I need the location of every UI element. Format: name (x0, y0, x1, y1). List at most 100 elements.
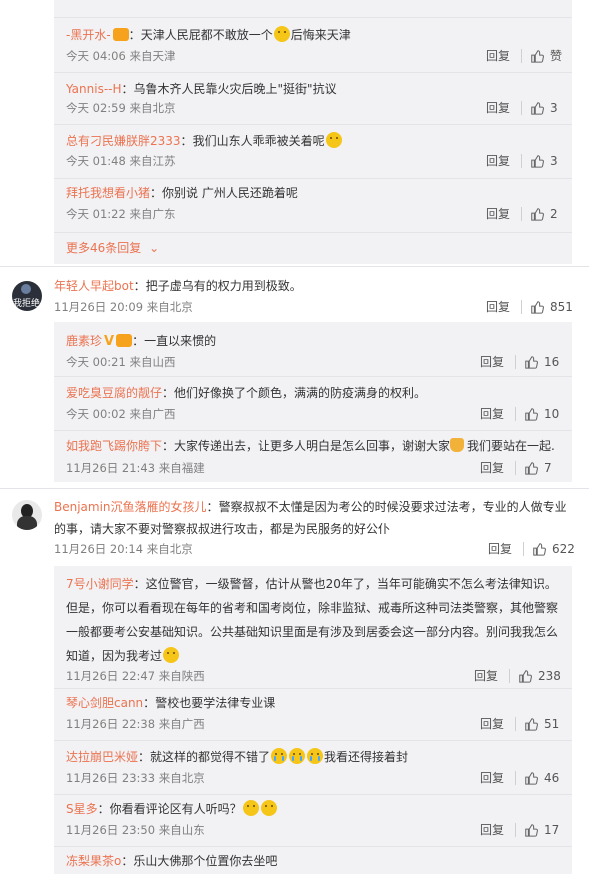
member-badge-icon (112, 28, 129, 41)
like-button[interactable]: 238 (518, 668, 561, 684)
crying-emoji-icon (289, 748, 306, 764)
laughing-emoji-icon (260, 800, 277, 816)
divider (515, 771, 516, 785)
member-badge-icon (116, 334, 133, 347)
avatar[interactable] (12, 500, 42, 530)
reply-author[interactable]: -黑开水- (66, 28, 111, 42)
list-item: 如我跑飞踢你胯下：大家传递出去，让更多人明白是怎么回事，谢谢大家 我们要站在一起.… (66, 438, 555, 476)
divider (54, 72, 572, 73)
like-count: 46 (544, 771, 560, 785)
reply-meta: 11月26日 22:38 来自广西 (66, 717, 205, 731)
divider (523, 542, 524, 556)
like-count: 238 (538, 669, 561, 683)
divider (54, 124, 572, 125)
reply-meta: 今天 01:22 来自广东 (66, 207, 176, 221)
like-button[interactable]: 851 (530, 299, 573, 315)
sub-replies-block-2: 鹿素珍 V ：一直以来惯的 今天 00:21 来自山西 回复 16 爱吃臭豆腐的靓仔… (54, 322, 572, 482)
reply-author[interactable]: 琴心剑胆cann (66, 696, 143, 710)
reply-meta: 11月26日 21:43 来自福建 (66, 461, 205, 475)
reply-button[interactable]: 回复 (486, 153, 510, 169)
divider (521, 49, 522, 63)
divider (521, 207, 522, 221)
reply-button[interactable]: 回复 (474, 668, 498, 684)
thumbs-up-icon (531, 301, 544, 314)
reply-button[interactable]: 回复 (480, 716, 504, 732)
thumbs-up-icon (533, 543, 546, 556)
laughing-emoji-icon (242, 800, 259, 816)
reply-button[interactable]: 回复 (480, 770, 504, 786)
thumbs-up-icon (531, 155, 544, 168)
comment-author[interactable]: Benjamin沉鱼落雁的女孩儿 (54, 500, 207, 514)
thumbs-up-icon (531, 208, 544, 221)
reply-button[interactable]: 回复 (480, 354, 504, 370)
reply-text-b: 我们要站在一起. (467, 439, 555, 453)
reply-meta: 今天 04:06 来自天津 (66, 49, 176, 63)
like-button[interactable]: 3 (530, 100, 558, 116)
like-button[interactable]: 2 (530, 206, 558, 222)
like-button[interactable]: 46 (524, 770, 559, 786)
reply-text: 天津人民屁都不敢放一个 (140, 28, 273, 42)
reply-button[interactable]: 回复 (480, 822, 504, 838)
reply-button[interactable]: 回复 (486, 206, 510, 222)
reply-button[interactable]: 回复 (480, 406, 504, 422)
list-item: Yannis--H：乌鲁木齐人民靠火灾后晚上"挺街"抗议 今天 02:59 来自… (66, 82, 558, 116)
comment-text: 警察叔叔不太懂是因为考公的时候没要求过法考，专业的人做专业 (218, 500, 567, 514)
thumbs-up-icon (519, 670, 532, 683)
reply-button[interactable]: 回复 (480, 460, 504, 476)
divider (54, 430, 572, 431)
list-item: -黑开水- ：天津人民屁都不敢放一个 后悔来天津 今天 04:06 来自天津 回复 … (66, 26, 563, 64)
reply-button[interactable]: 回复 (486, 299, 510, 315)
reply-meta: 今天 00:02 来自广西 (66, 407, 176, 421)
reply-author[interactable]: 鹿素珍 (66, 334, 102, 348)
emoji-icon (273, 26, 290, 42)
more-replies-link[interactable]: 更多46条回复 ⌄ (66, 240, 159, 256)
reply-author[interactable]: 爱吃臭豆腐的靓仔 (66, 386, 162, 400)
divider (515, 823, 516, 837)
reply-button[interactable]: 回复 (488, 541, 512, 557)
like-button[interactable]: 16 (524, 354, 559, 370)
divider (521, 154, 522, 168)
reply-author[interactable]: Yannis--H (66, 82, 122, 96)
comment-meta: 11月26日 20:14 来自北京 (54, 542, 193, 556)
like-button[interactable]: 赞 (530, 48, 562, 64)
list-item: 拜托我想看小猪：你别说 广州人民还跪着呢 今天 01:22 来自广东 回复 2 (66, 186, 558, 222)
thumbs-up-icon (525, 718, 538, 731)
reply-button[interactable]: 回复 (486, 48, 510, 64)
reply-author[interactable]: 总有刁民嫌朕胖2333 (66, 134, 181, 148)
reply-author[interactable]: 7号小谢同学 (66, 577, 134, 591)
reply-author[interactable]: 冻梨果茶o (66, 854, 121, 868)
reply-text: 大家传递出去，让更多人明白是怎么回事，谢谢大家 (174, 439, 451, 453)
thumbs-up-icon (531, 102, 544, 115)
comment-text: 把子虚乌有的权力用到极致。 (145, 279, 302, 293)
like-button[interactable]: 17 (524, 822, 559, 838)
reply-meta: 今天 02:59 来自北京 (66, 101, 176, 115)
comment-author[interactable]: 年轻人早起bot (54, 279, 134, 293)
thumbs-up-icon (531, 50, 544, 63)
thumbs-up-icon (525, 356, 538, 369)
like-button[interactable]: 51 (524, 716, 559, 732)
avatar[interactable]: 我拒绝 (12, 281, 42, 311)
reply-author[interactable]: 如我跑飞踢你胯下 (66, 439, 162, 453)
like-button[interactable]: 622 (532, 541, 575, 557)
reply-text: 你别说 广州人民还跪着呢 (162, 186, 298, 200)
reply-meta: 11月26日 23:50 来自山东 (66, 823, 205, 837)
like-button[interactable]: 10 (524, 406, 559, 422)
pray-emoji-icon (450, 438, 465, 452)
like-button[interactable]: 7 (524, 460, 552, 476)
reply-button[interactable]: 回复 (486, 100, 510, 116)
like-count: 16 (544, 355, 560, 369)
thumbs-up-icon (525, 824, 538, 837)
reply-meta: 今天 01:48 来自江苏 (66, 154, 176, 168)
divider (515, 407, 516, 421)
divider (54, 376, 572, 377)
reply-author[interactable]: 达拉崩巴米娅 (66, 750, 138, 764)
divider (515, 355, 516, 369)
like-button[interactable]: 3 (530, 153, 558, 169)
reply-author[interactable]: S星多 (66, 802, 98, 816)
reply-text: 乌鲁木齐人民靠火灾后晚上"挺街"抗议 (133, 82, 337, 96)
divider (54, 740, 572, 741)
reply-author[interactable]: 拜托我想看小猪 (66, 186, 150, 200)
divider (54, 232, 572, 233)
like-count: 17 (544, 823, 560, 837)
like-count: 10 (544, 407, 560, 421)
